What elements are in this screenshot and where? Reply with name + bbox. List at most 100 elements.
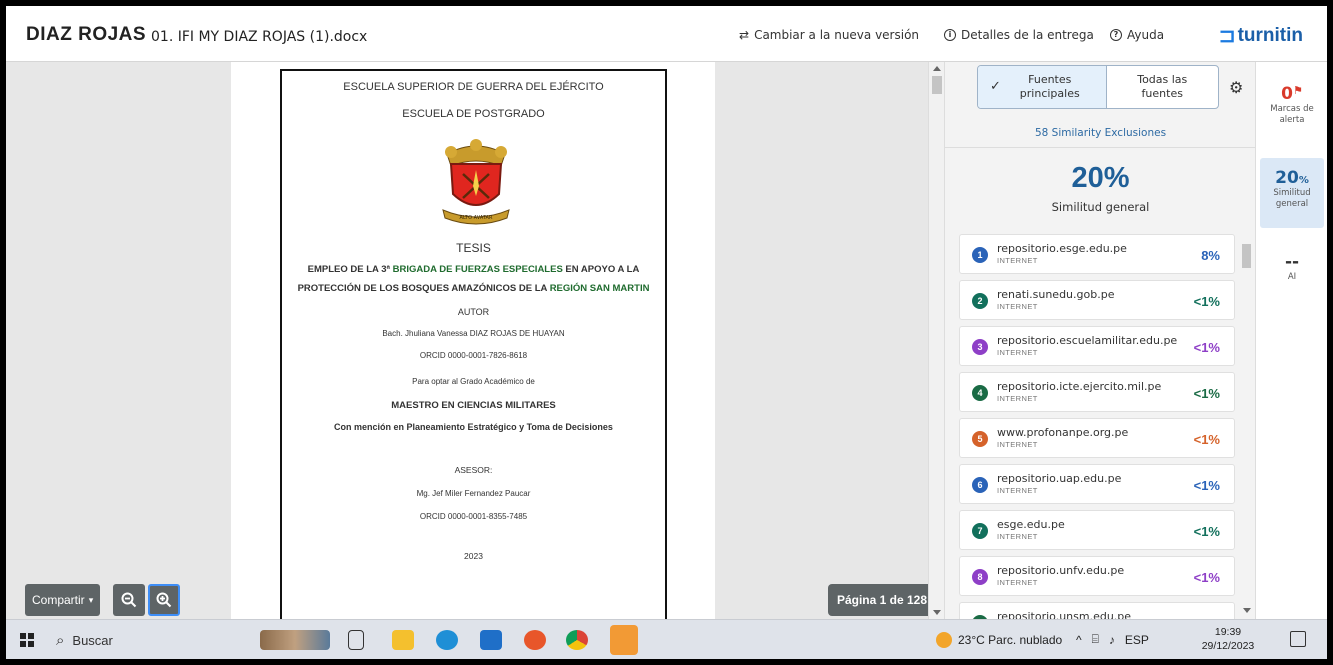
clock-time: 19:39 — [1214, 626, 1242, 638]
source-type: INTERNET — [997, 486, 1038, 495]
doc-mention: Con mención en Planeamiento Estratégico … — [334, 422, 613, 432]
firefox-icon[interactable] — [524, 630, 546, 650]
panel-scroll-down-icon[interactable] — [1243, 608, 1251, 613]
help-icon: ? — [1110, 29, 1122, 41]
source-rank-badge: 6 — [972, 477, 988, 493]
windows-taskbar: ⌕ Buscar 23°C Parc. nublado ^ ⌸ ♪ ESP 19… — [6, 619, 1327, 659]
news-widget-icon[interactable] — [260, 630, 330, 650]
source-name: repositorio.unsm.edu.pe — [997, 610, 1132, 619]
source-item[interactable]: 2 renati.sunedu.gob.pe INTERNET <1% — [959, 280, 1235, 320]
ai-label: AI — [1287, 272, 1297, 282]
viewer-scrollbar[interactable] — [928, 62, 944, 619]
source-rank-badge: 2 — [972, 293, 988, 309]
source-name: www.profonanpe.org.pe — [997, 426, 1129, 439]
source-item[interactable]: 4 repositorio.icte.ejercito.mil.pe INTERNE… — [959, 372, 1235, 412]
doc-author-orcid: ORCID 0000-0001-7826-8618 — [419, 351, 528, 360]
network-icon[interactable]: ⌸ — [1092, 632, 1099, 647]
help-label: Ayuda — [1127, 28, 1165, 42]
source-type: INTERNET — [997, 440, 1038, 449]
app-window: DIAZ ROJAS 01. IFI MY DIAZ ROJAS (1).doc… — [6, 6, 1327, 659]
source-item[interactable]: 9repositorio.unsm.edu.peINTERNET<1% — [959, 602, 1235, 619]
tab-all-sources[interactable]: Todas las fuentes — [1107, 66, 1219, 108]
crest-motto: ALTO AVATAR — [460, 215, 493, 221]
tab-main-sources[interactable]: ✓ Fuentes principales — [978, 66, 1107, 108]
help-link[interactable]: ? Ayuda — [1110, 28, 1164, 42]
chrome-icon[interactable] — [566, 630, 588, 650]
source-percent: <1% — [1193, 432, 1220, 447]
doc-advisor-label: ASESOR: — [454, 465, 493, 475]
clock-date: 29/12/2023 — [1201, 640, 1255, 652]
zoom-out-icon — [121, 592, 137, 608]
title-highlight: BRIGADA DE FUERZAS ESPECIALES — [392, 264, 563, 275]
similarity-label: Similitud general — [1051, 200, 1150, 214]
zoom-out-button[interactable] — [113, 584, 145, 616]
document-page: ESCUELA SUPERIOR DE GUERRA DEL EJÉRCITO … — [231, 62, 715, 619]
page-indicator: Página 1 de 128 — [828, 584, 928, 616]
side-similarity-number: 20 — [1275, 168, 1299, 188]
doc-author-label: AUTOR — [457, 307, 490, 317]
taskbar-search[interactable]: ⌕ Buscar — [52, 627, 242, 653]
source-item[interactable]: 3 repositorio.escuelamilitar.edu.pe INTERN… — [959, 326, 1235, 366]
notifications-icon[interactable] — [1290, 631, 1306, 647]
submission-details-label: Detalles de la entrega — [961, 28, 1094, 42]
tab-ai[interactable]: -- AI — [1260, 252, 1324, 302]
side-similarity-unit: % — [1298, 175, 1309, 186]
doc-degree-intro: Para optar al Grado Académico de — [412, 377, 535, 386]
scroll-down-icon[interactable] — [933, 610, 941, 615]
edge-icon[interactable] — [436, 630, 458, 650]
document-viewer[interactable]: ESCUELA SUPERIOR DE GUERRA DEL EJÉRCITO … — [6, 62, 928, 619]
tab-flags[interactable]: 0⚑ Marcas de alerta — [1260, 84, 1324, 144]
switch-version-link[interactable]: ⇄ Cambiar a la nueva versión — [739, 28, 919, 42]
mail-icon[interactable] — [480, 630, 502, 650]
share-button[interactable]: Compartir ▾ — [25, 584, 101, 616]
tab-all-label: Todas las fuentes — [1137, 73, 1188, 100]
scroll-thumb[interactable] — [932, 76, 942, 94]
doc-title-line2: PROTECCIÓN DE LOS BOSQUES AMAZÓNICOS DE … — [282, 283, 665, 294]
source-type: INTERNET — [997, 394, 1038, 403]
task-view-icon[interactable] — [348, 630, 364, 650]
source-type: INTERNET — [997, 302, 1038, 311]
crest-icon: ALTO AVATAR — [442, 139, 510, 225]
gear-icon[interactable]: ⚙ — [1229, 78, 1243, 98]
source-name: repositorio.icte.ejercito.mil.pe — [997, 380, 1162, 393]
source-rank-badge: 8 — [972, 569, 988, 585]
source-percent: <1% — [1193, 386, 1220, 401]
source-item[interactable]: 1 repositorio.esge.edu.pe INTERNET 8% — [959, 234, 1235, 274]
title-highlight: REGIÓN SAN MARTIN — [549, 283, 650, 294]
chevron-up-icon[interactable]: ^ — [1076, 633, 1082, 647]
panel-scroll-thumb[interactable] — [1242, 244, 1251, 268]
doc-school: ESCUELA SUPERIOR DE GUERRA DEL EJÉRCITO — [343, 81, 604, 93]
source-type: INTERNET — [997, 532, 1038, 541]
source-item[interactable]: 7 esge.edu.pe INTERNET <1% — [959, 510, 1235, 550]
panel-scrollbar[interactable] — [1240, 234, 1254, 619]
share-label: Compartir — [32, 593, 85, 607]
brand-label: turnitin — [1237, 24, 1303, 46]
active-app-icon[interactable] — [610, 625, 638, 655]
scroll-up-icon[interactable] — [933, 66, 941, 71]
submission-details-link[interactable]: i Detalles de la entrega — [944, 28, 1094, 42]
windows-start-icon[interactable] — [20, 633, 34, 647]
turnitin-mark-icon: ⊐ — [1218, 25, 1236, 47]
arrows-icon: ⇄ — [739, 28, 750, 42]
exclusions-link[interactable]: 58 Similarity Exclusiones — [945, 118, 1255, 148]
source-name: renati.sunedu.gob.pe — [997, 288, 1115, 301]
source-item[interactable]: 8 repositorio.unfv.edu.pe INTERNET <1% — [959, 556, 1235, 596]
similarity-percent: 20% — [1071, 162, 1130, 194]
tab-main-label: Fuentes principales — [1019, 73, 1080, 100]
weather-label: 23°C Parc. nublado — [958, 633, 1063, 647]
doc-year: 2023 — [464, 551, 483, 561]
file-name: 01. IFI MY DIAZ ROJAS (1).docx — [151, 29, 368, 45]
system-clock[interactable]: 19:39 29/12/2023 — [1196, 625, 1260, 653]
tab-similarity[interactable]: 20% Similitud general — [1260, 158, 1324, 228]
weather-icon — [936, 632, 952, 648]
weather-widget[interactable]: 23°C Parc. nublado — [936, 632, 1062, 648]
side-similarity-value: 20% — [1260, 168, 1324, 188]
file-explorer-icon[interactable] — [392, 630, 414, 650]
language-indicator[interactable]: ESP — [1125, 633, 1149, 647]
zoom-in-button[interactable] — [148, 584, 180, 616]
source-item[interactable]: 6 repositorio.uap.edu.pe INTERNET <1% — [959, 464, 1235, 504]
volume-icon[interactable]: ♪ — [1109, 633, 1115, 647]
sources-panel: ✓ Fuentes principales Todas las fuentes … — [944, 62, 1255, 619]
source-filter-toggle: ✓ Fuentes principales Todas las fuentes — [977, 65, 1219, 109]
source-item[interactable]: 5 www.profonanpe.org.pe INTERNET <1% — [959, 418, 1235, 458]
